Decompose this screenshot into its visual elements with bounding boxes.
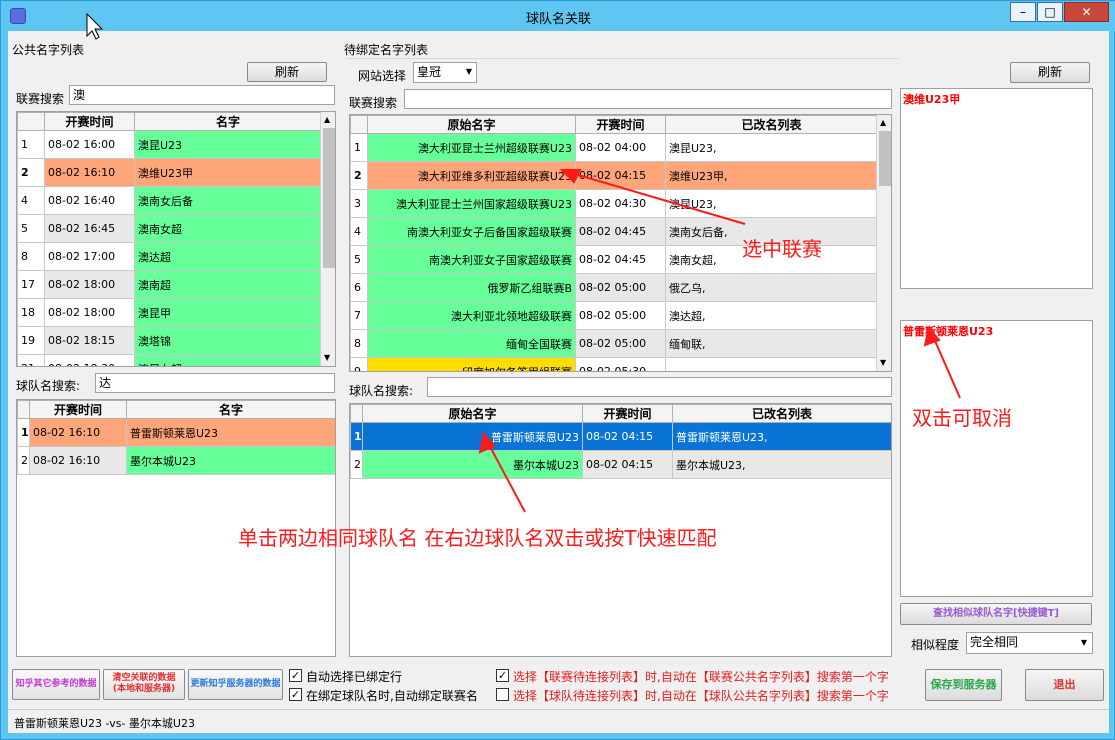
mouse-cursor-icon <box>86 12 104 40</box>
annotation-click-team: 单击两边相同球队名 在右边球队名双击或按T快速匹配 <box>238 526 717 550</box>
annotation-overlay <box>86 12 961 513</box>
arrowhead-icon <box>923 325 941 347</box>
arrow-select-league <box>567 171 746 225</box>
annotation-select-league: 选中联赛 <box>742 237 822 261</box>
annotation-double-click: 双击可取消 <box>912 406 1012 430</box>
arrow-click-team <box>486 440 526 513</box>
arrow-double-click <box>931 333 961 399</box>
arrowhead-icon <box>559 169 582 184</box>
